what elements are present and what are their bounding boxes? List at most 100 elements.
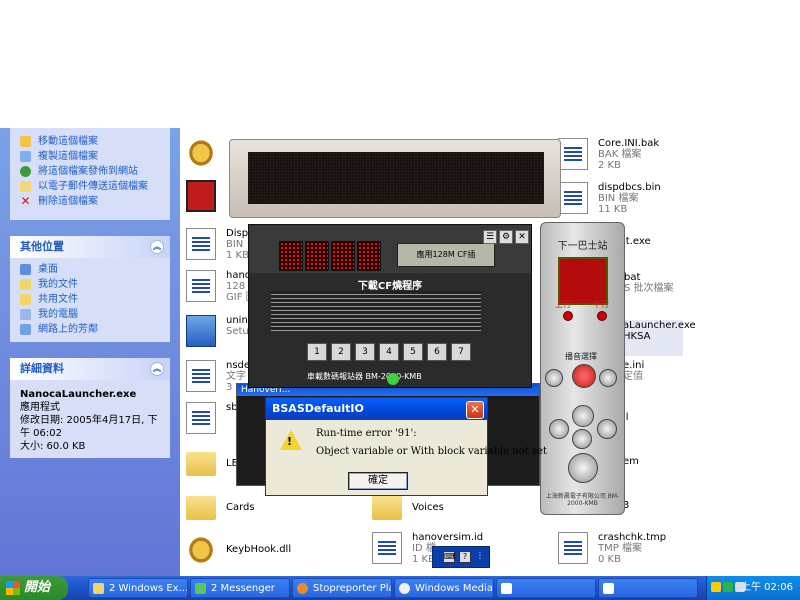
- task-move-file[interactable]: 移動這個檔案: [10, 134, 170, 149]
- start-button[interactable]: 開始: [0, 576, 68, 600]
- settings-icon[interactable]: ⚙: [499, 230, 513, 244]
- task-label: 移動這個檔案: [38, 136, 98, 147]
- dialog-titlebar[interactable]: BSASDefaultIO ✕: [266, 398, 487, 420]
- task-delete-file[interactable]: ✕ 刪除這個檔案: [10, 194, 170, 209]
- error-dialog[interactable]: BSASDefaultIO ✕ ! Run-time error '91': O…: [265, 397, 547, 496]
- media-player-icon: [399, 583, 410, 594]
- device-button[interactable]: [549, 419, 569, 439]
- task-window-5[interactable]: [496, 578, 596, 598]
- place-label: 我的文件: [38, 279, 78, 290]
- down-indicator: [597, 311, 607, 321]
- desktop-icon: [20, 264, 31, 275]
- collapse-icon[interactable]: ︽: [150, 362, 164, 376]
- details-header[interactable]: 詳細資料 ︽: [10, 358, 170, 380]
- file-unins[interactable]: unins Setup: [186, 315, 255, 351]
- folder-icon: [186, 452, 216, 476]
- file-keybhook[interactable]: KeybHook.dll: [186, 534, 306, 570]
- key-2[interactable]: 2: [331, 343, 351, 361]
- led-digit: [331, 241, 355, 271]
- file-core-ini-bak[interactable]: Core.INI.bak BAK 檔案 2 KB: [558, 138, 678, 174]
- close-icon[interactable]: ✕: [515, 230, 529, 244]
- file-type: 文字: [226, 371, 246, 382]
- device-left-button[interactable]: [545, 369, 563, 387]
- device-button[interactable]: [572, 429, 592, 449]
- file-sb[interactable]: sb: [186, 402, 238, 438]
- place-shared-documents[interactable]: 共用文件: [10, 292, 170, 307]
- task-copy-file[interactable]: 複製這個檔案: [10, 149, 170, 164]
- device-right-button[interactable]: [599, 369, 617, 387]
- cf-instructions: [271, 291, 481, 331]
- file-dispdbcs-bin[interactable]: dispdbcs.bin BIN 檔案 11 KB: [558, 182, 678, 218]
- folder-cards[interactable]: Cards: [186, 490, 266, 526]
- task-label: Stopreporter Pla...: [313, 583, 391, 594]
- led-digit: [279, 241, 303, 271]
- device-center-label: 播音選擇: [565, 352, 597, 361]
- close-icon[interactable]: ✕: [466, 401, 484, 419]
- file-name: dispdbcs.bin: [598, 182, 661, 193]
- cf-programmer-window[interactable]: 應用128M CF插 ☰ ⚙ ✕ 下載CF燒程序 1 2 3 4 5 6 7 車載數…: [248, 224, 532, 388]
- window-icon: [603, 583, 614, 594]
- task-windows-explorer[interactable]: 2 Windows Ex...: [88, 578, 188, 598]
- file-app[interactable]: [186, 180, 226, 216]
- place-my-computer[interactable]: 我的電腦: [10, 307, 170, 322]
- menu-icon[interactable]: ☰: [483, 230, 497, 244]
- key-3[interactable]: 3: [355, 343, 375, 361]
- folder-icon: [186, 496, 216, 520]
- device-down-label: 下行: [593, 300, 609, 309]
- network-icon: [20, 324, 31, 335]
- folder-icon: [93, 583, 104, 594]
- file-name: e.ini: [623, 360, 645, 371]
- bus-stop-device[interactable]: 下一巴士站 上行 下行 播音選擇 上海新晨電子有限公司 BM-2000-KMB: [540, 222, 625, 515]
- place-desktop[interactable]: 桌面: [10, 262, 170, 277]
- options-icon[interactable]: ⋮: [475, 551, 485, 561]
- key-7[interactable]: 7: [451, 343, 471, 361]
- key-4[interactable]: 4: [379, 343, 399, 361]
- cf-footer: 車載數碼報站器 BM-2000-KMB: [307, 372, 422, 381]
- task-label: 將這個檔案發佈到網站: [38, 166, 138, 177]
- file-name: KeybHook.dll: [226, 544, 292, 555]
- details-size: 大小: 60.0 KB: [20, 441, 86, 452]
- task-pane: 移動這個檔案 複製這個檔案 將這個檔案發佈到網站 以電子郵件傳送這個檔案 ✕ 刪…: [0, 128, 180, 576]
- other-places-header[interactable]: 其他位置 ︽: [10, 236, 170, 258]
- task-windows-media[interactable]: Windows Media...: [394, 578, 494, 598]
- device-title: 下一巴士站: [557, 241, 608, 252]
- device-button[interactable]: [597, 419, 617, 439]
- file-name: hanoversim.id: [412, 532, 484, 543]
- device-large-button[interactable]: [568, 453, 598, 483]
- task-email-file[interactable]: 以電子郵件傳送這個檔案: [10, 179, 170, 194]
- clock[interactable]: 上午 02:06: [741, 576, 793, 600]
- file-nsdeb[interactable]: nsdeb 文字 3: [186, 360, 256, 396]
- ok-button[interactable]: 確定: [348, 472, 408, 490]
- place-my-documents[interactable]: 我的文件: [10, 277, 170, 292]
- help-icon[interactable]: ?: [459, 551, 471, 563]
- task-messenger[interactable]: 2 Messenger: [190, 578, 290, 598]
- place-network[interactable]: 網路上的芳鄰: [10, 322, 170, 337]
- file-name: Core.INI.bak: [598, 138, 660, 149]
- task-stopreporter[interactable]: Stopreporter Pla...: [292, 578, 392, 598]
- device-play-button[interactable]: [572, 364, 596, 388]
- tray-icon[interactable]: [723, 582, 733, 592]
- delete-icon: ✕: [20, 194, 31, 208]
- task-label: 刪除這個檔案: [38, 196, 98, 207]
- file-gear[interactable]: [186, 137, 226, 173]
- collapse-icon[interactable]: ︽: [150, 240, 164, 254]
- key-6[interactable]: 6: [427, 343, 447, 361]
- cf-window-controls: ☰ ⚙ ✕: [483, 229, 531, 244]
- tray-icon[interactable]: [711, 582, 721, 592]
- globe-icon: [20, 166, 31, 177]
- key-1[interactable]: 1: [307, 343, 327, 361]
- keyboard-icon[interactable]: ⌨: [443, 551, 456, 563]
- device-up-label: 上行: [555, 300, 571, 309]
- cf-card-slot: 應用128M CF插: [397, 243, 495, 267]
- key-5[interactable]: 5: [403, 343, 423, 361]
- file-hanov-gif[interactable]: hanov 128 x GIF 圖: [186, 270, 257, 306]
- task-window-6[interactable]: [598, 578, 698, 598]
- file-disp-bin[interactable]: DispS BIN 1 KB: [186, 228, 254, 264]
- file-crashchk[interactable]: crashchk.tmp TMP 檔案 0 KB: [558, 532, 678, 568]
- file-type: BIN 檔案: [598, 193, 639, 204]
- task-publish-file[interactable]: 將這個檔案發佈到網站: [10, 164, 170, 179]
- file-name: em: [623, 456, 639, 467]
- led-sign-display[interactable]: [229, 139, 561, 218]
- device-button[interactable]: [572, 405, 594, 427]
- start-label: 開始: [24, 580, 51, 595]
